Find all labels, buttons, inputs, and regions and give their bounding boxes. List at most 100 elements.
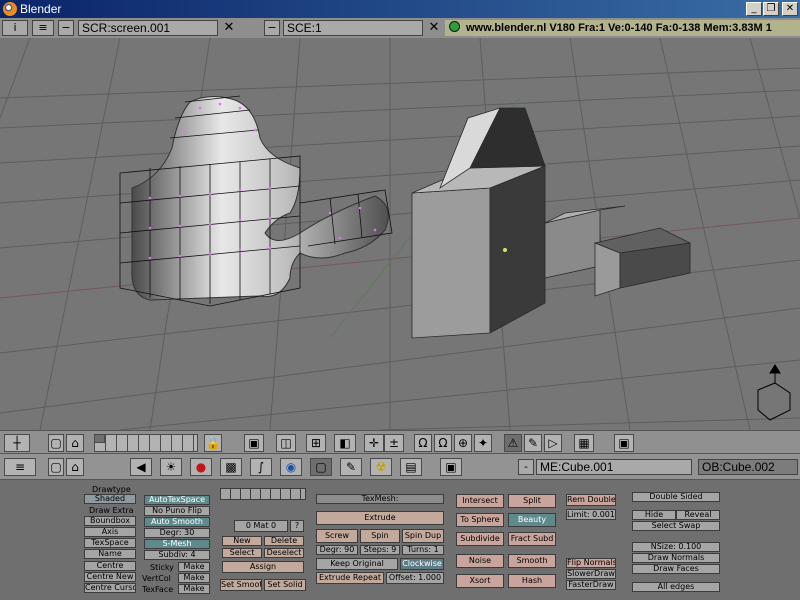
- manipulator-icon[interactable]: ⊕: [454, 434, 472, 452]
- view-select-icon[interactable]: ⊞: [306, 434, 326, 452]
- screw-button[interactable]: Screw: [316, 529, 358, 543]
- flip-normals-button[interactable]: Flip Normals: [566, 558, 616, 568]
- draw-faces-toggle[interactable]: Draw Faces: [632, 564, 720, 574]
- xsort-button[interactable]: Xsort: [456, 574, 504, 588]
- limit-field[interactable]: Limit: 0.001: [566, 509, 616, 520]
- beauty-toggle[interactable]: Beauty: [508, 513, 556, 527]
- clockwise-toggle[interactable]: Clockwise: [400, 558, 444, 570]
- turns-field[interactable]: Turns: 1: [402, 545, 444, 555]
- drawtype-select[interactable]: Shaded: [84, 494, 136, 504]
- mesh-browse-button[interactable]: -: [518, 459, 534, 475]
- smesh-toggle[interactable]: S-Mesh: [144, 539, 210, 549]
- spin-button[interactable]: Spin: [360, 529, 400, 543]
- material-delete-button[interactable]: Delete: [264, 536, 304, 546]
- material-color-swatches[interactable]: [220, 488, 306, 500]
- layer-buttons[interactable]: [94, 434, 198, 452]
- render-buttons-icon[interactable]: ▣: [440, 458, 462, 476]
- centre-new-button[interactable]: Centre New: [84, 572, 136, 582]
- draw-normals-toggle[interactable]: Draw Normals: [632, 553, 720, 563]
- name-toggle[interactable]: Name: [84, 549, 136, 559]
- autotexspace-toggle[interactable]: AutoTexSpace: [144, 495, 210, 505]
- rem-doubles-button[interactable]: Rem Doubles: [566, 494, 616, 506]
- sticky-make-button[interactable]: Make: [178, 562, 210, 572]
- view-buttons-icon[interactable]: ◀: [130, 458, 152, 476]
- centre-button[interactable]: Centre: [84, 561, 136, 571]
- no-puno-flip-toggle[interactable]: No Puno Flip: [144, 506, 210, 516]
- hash-button[interactable]: Hash: [508, 574, 556, 588]
- rotate-icon[interactable]: ✎: [524, 434, 542, 452]
- texspace-toggle[interactable]: TexSpace: [84, 538, 136, 548]
- texface-make-button[interactable]: Make: [178, 584, 210, 594]
- extrude-repeat-button[interactable]: Extrude Repeat: [316, 572, 384, 584]
- slower-draw-button[interactable]: SlowerDraw: [566, 569, 616, 579]
- axis-toggle[interactable]: Axis: [84, 527, 136, 537]
- material-deselect-button[interactable]: Deselect: [264, 548, 304, 558]
- maximize-button[interactable]: ❐: [763, 2, 779, 16]
- render-icon[interactable]: ▣: [614, 434, 634, 452]
- plus-minus-icon[interactable]: ±: [384, 434, 404, 452]
- proportional-icon[interactable]: Ω: [434, 434, 452, 452]
- screen-name-field[interactable]: SCR:screen.001: [78, 20, 218, 36]
- vertcol-make-button[interactable]: Make: [178, 573, 210, 583]
- subdiv-field[interactable]: Subdiv: 4: [144, 550, 210, 560]
- full-window-icon[interactable]: ▢: [48, 434, 64, 452]
- window-type-icon[interactable]: i: [2, 20, 28, 36]
- smooth-button[interactable]: Smooth: [508, 554, 556, 568]
- screen-delete-icon[interactable]: ✕: [222, 20, 236, 36]
- home-icon[interactable]: ⌂: [66, 434, 84, 452]
- home-icon-2[interactable]: ⌂: [66, 458, 84, 476]
- material-select-button[interactable]: Select: [222, 548, 262, 558]
- faster-draw-button[interactable]: FasterDraw: [566, 580, 616, 590]
- nsize-field[interactable]: NSize: 0.100: [632, 542, 720, 552]
- degr-field[interactable]: Degr: 30: [144, 528, 210, 538]
- lamp-buttons-icon[interactable]: ☀: [160, 458, 182, 476]
- steps-field[interactable]: Steps: 9: [360, 545, 400, 555]
- material-buttons-icon[interactable]: ●: [190, 458, 212, 476]
- script-buttons-icon[interactable]: ▤: [400, 458, 422, 476]
- magnet-icon[interactable]: Ω: [414, 434, 432, 452]
- material-assign-button[interactable]: Assign: [222, 561, 304, 573]
- edit-buttons-icon[interactable]: ▢: [310, 458, 332, 476]
- set-solid-button[interactable]: Set Solid: [264, 579, 306, 591]
- extrude-button[interactable]: Extrude: [316, 511, 444, 525]
- to-sphere-button[interactable]: To Sphere: [456, 513, 504, 527]
- pivot-icon[interactable]: ✛: [364, 434, 384, 452]
- double-sided-toggle[interactable]: Double Sided: [632, 492, 720, 502]
- snap-icon[interactable]: ✦: [474, 434, 492, 452]
- grid-icon[interactable]: ▦: [574, 434, 594, 452]
- keep-original-toggle[interactable]: Keep Original: [316, 558, 398, 570]
- scene-delete-icon[interactable]: ✕: [427, 20, 441, 36]
- radiosity-buttons-icon[interactable]: ☢: [370, 458, 392, 476]
- scale-icon[interactable]: ▷: [544, 434, 562, 452]
- material-new-button[interactable]: New: [222, 536, 262, 546]
- material-index-field[interactable]: 0 Mat 0: [234, 520, 288, 532]
- all-edges-toggle[interactable]: All edges: [632, 582, 720, 592]
- reveal-button[interactable]: Reveal: [676, 510, 720, 520]
- 3d-viewport[interactable]: [0, 38, 800, 430]
- draw-type-icon[interactable]: ◧: [334, 434, 356, 452]
- world-buttons-icon[interactable]: ◉: [280, 458, 302, 476]
- header-menu-icon[interactable]: ≡: [32, 20, 54, 36]
- material-query-button[interactable]: ?: [290, 520, 304, 532]
- intersect-button[interactable]: Intersect: [456, 494, 504, 508]
- object-name-field[interactable]: OB:Cube.002: [698, 459, 798, 475]
- grab-icon[interactable]: ⚠: [504, 434, 522, 452]
- layer-1-button[interactable]: [94, 434, 105, 443]
- minimize-button[interactable]: _: [746, 2, 762, 16]
- lock-icon[interactable]: 🔒: [204, 434, 222, 452]
- texture-buttons-icon[interactable]: ▩: [220, 458, 242, 476]
- anim-buttons-icon[interactable]: ∫: [250, 458, 272, 476]
- scene-name-field[interactable]: SCE:1: [283, 20, 423, 36]
- offset-field[interactable]: Offset: 1.000: [386, 572, 444, 584]
- full-window-icon-2[interactable]: ▢: [48, 458, 64, 476]
- mesh-name-field[interactable]: ME:Cube.001: [536, 459, 692, 475]
- scene-browse-button[interactable]: −: [264, 20, 280, 36]
- close-button[interactable]: ✕: [782, 2, 798, 16]
- spin-dup-button[interactable]: Spin Dup: [402, 529, 444, 543]
- screen-browse-button[interactable]: −: [58, 20, 74, 36]
- boundbox-toggle[interactable]: Boundbox: [84, 516, 136, 526]
- paint-buttons-icon[interactable]: ✎: [340, 458, 362, 476]
- texmesh-field[interactable]: TexMesh:: [316, 494, 444, 504]
- split-button[interactable]: Split: [508, 494, 556, 508]
- local-view-icon[interactable]: ▣: [244, 434, 264, 452]
